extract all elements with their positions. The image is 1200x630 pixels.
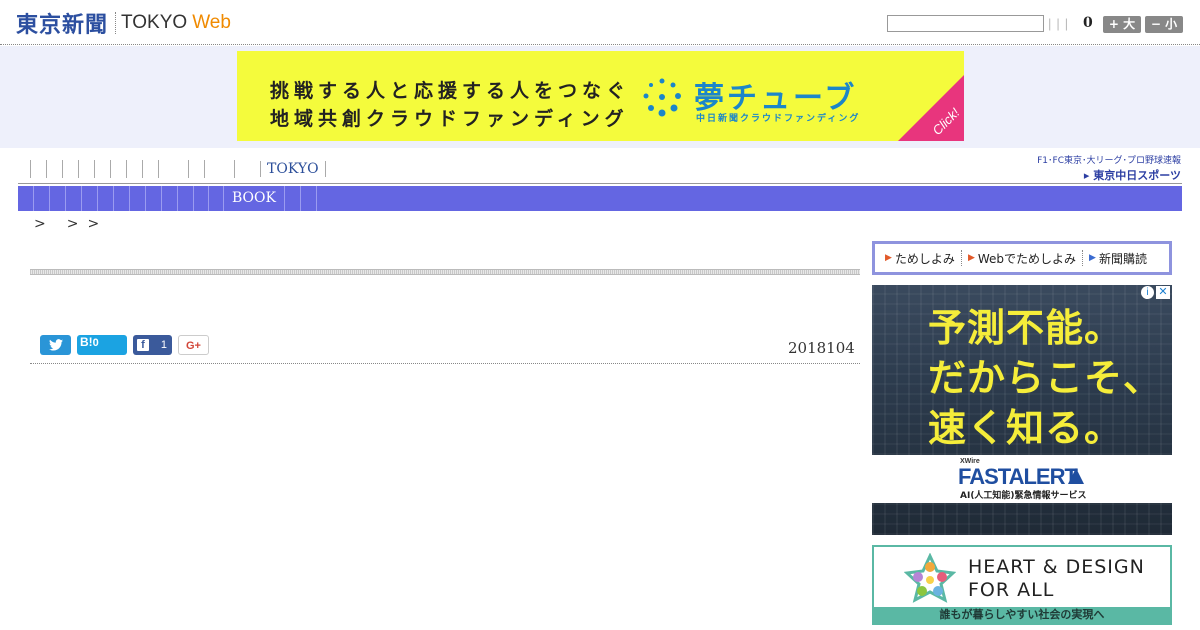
trial-link-web-tameshiyomi[interactable]: ▶ Webでためしよみ (968, 250, 1076, 267)
nav-separator (158, 160, 174, 178)
trial-link-label: 新聞購読 (1098, 251, 1147, 266)
subnav-separator[interactable] (146, 186, 162, 211)
subnav-separator[interactable] (194, 186, 209, 211)
nav-separator (110, 160, 126, 178)
google-plus-share-button[interactable]: G+ (178, 335, 209, 355)
header-separators: | | | (1048, 16, 1069, 31)
subnav-item-book[interactable]: BOOK (224, 186, 285, 211)
ad-product-sub: AI(人工知能)緊急情報サービス (960, 491, 1087, 501)
nav-separator (234, 160, 250, 178)
top-banner-area: 挑戦する人と応援する人をつなぐ 地域共創クラウドファンディング 夢チューブ 中日… (0, 46, 1200, 148)
banner-brand-sub: 中日新聞クラウドファンディング (696, 114, 861, 124)
banner-line-1: 挑戦する人と応援する人をつなぐ (270, 80, 631, 102)
breadcrumb-separator: > (87, 216, 100, 232)
dots-logo-icon (643, 78, 681, 117)
breadcrumb-separator: > (34, 216, 46, 232)
ad2-title-line-1: HEART & DESIGN (968, 556, 1145, 578)
ad-product-panel: XWire FASTALERT AI(人工知能)緊急情報サービス (872, 455, 1172, 503)
triangle-right-icon: ▶ (1089, 253, 1096, 263)
facebook-icon: f (137, 338, 149, 351)
trial-link-tameshiyomi[interactable]: ▶ ためしよみ (885, 250, 955, 267)
ad-headline-line-2: だからこそ、 (928, 356, 1163, 400)
subnav-separator[interactable] (162, 186, 178, 211)
subnav-separator[interactable] (34, 186, 50, 211)
font-larger-button[interactable]: + 大 (1103, 16, 1141, 33)
subnav-separator[interactable] (130, 186, 146, 211)
nav-separator (142, 160, 158, 178)
nav-divider (18, 183, 1182, 184)
nav-separator (30, 160, 46, 178)
subnav-separator[interactable] (50, 186, 66, 211)
nav-separator (46, 160, 62, 178)
trial-divider (960, 250, 962, 266)
subnav-separator[interactable] (114, 186, 130, 211)
article-divider (30, 363, 860, 364)
breadcrumb-separator: > (66, 216, 79, 232)
font-smaller-button[interactable]: − 小 (1145, 16, 1183, 33)
logo-en-text: TOKYO (121, 12, 188, 33)
category-nav: TOKYO (30, 159, 326, 179)
tokyo-chunichi-sports-link[interactable]: F1･FC東京･大リーグ･プロ野球速報 ▸ 東京中日スポーツ (1026, 153, 1181, 182)
trial-link-label: Webでためしよみ (977, 251, 1077, 266)
nav-separator (62, 160, 78, 178)
subnav-separator[interactable] (301, 186, 317, 211)
fastalert-sidebar-ad[interactable]: 予測不能。 だからこそ、 速く知る。 i ✕ XWire FASTALERT A… (872, 285, 1172, 535)
flower-emblem-icon (904, 553, 956, 603)
ad-headline-line-3: 速く知る。 (928, 406, 1124, 450)
facebook-share-button[interactable]: f 1 (133, 335, 172, 355)
subnav-separator[interactable] (82, 186, 98, 211)
sub-nav-bar: BOOK (18, 186, 1182, 211)
trial-link-label: ためしよみ (894, 251, 955, 266)
nav-separator (78, 160, 94, 178)
breadcrumb: > > > (34, 216, 99, 232)
site-header: 東京新聞 TOKYO Web | | | 0 + 大 − 小 (0, 0, 1200, 45)
logo-jp-text: 東京新聞 (16, 13, 109, 38)
fastalert-logo-icon (1068, 468, 1084, 484)
banner-line-2: 地域共創クラウドファンディング (270, 108, 629, 130)
article-date: 2018104 (788, 339, 855, 357)
subnav-separator[interactable] (18, 186, 34, 211)
trial-reading-box: ▶ ためしよみ ▶ Webでためしよみ ▶ 新聞購読 (872, 241, 1172, 275)
trial-divider (1082, 250, 1084, 266)
subnav-separator[interactable] (178, 186, 194, 211)
twitter-icon (48, 339, 63, 351)
ad-product-name: FASTALERT (958, 464, 1078, 489)
hatena-count: 0 (92, 337, 99, 349)
ad2-title-line-2: FOR ALL (968, 579, 1055, 601)
triangle-right-icon: ▶ (885, 253, 892, 263)
yume-tube-banner-ad[interactable]: 挑戦する人と応援する人をつなぐ 地域共創クラウドファンディング 夢チューブ 中日… (237, 51, 964, 141)
subnav-separator[interactable] (209, 186, 224, 211)
subnav-separator[interactable] (98, 186, 114, 211)
close-icon[interactable]: ✕ (1156, 286, 1170, 299)
triangle-right-icon: ▶ (967, 253, 975, 263)
facebook-count: 1 (160, 339, 167, 351)
nav-separator (204, 160, 220, 178)
hatena-label: B! (80, 335, 93, 349)
site-logo[interactable]: 東京新聞 TOKYO Web (16, 9, 231, 38)
nav-separator (94, 160, 110, 178)
sports-link-title-text: 東京中日スポーツ (1093, 169, 1181, 182)
heart-design-sidebar-ad[interactable]: HEART & DESIGN FOR ALL 誰もが暮らしやすい社会の実現へ (872, 545, 1172, 625)
trial-link-subscribe[interactable]: ▶ 新聞購読 (1089, 250, 1147, 267)
ad-headline-line-1: 予測不能。 (928, 306, 1124, 350)
nav-separator (188, 160, 204, 178)
hatena-bookmark-button[interactable]: B!0 (77, 335, 127, 355)
twitter-share-button[interactable] (40, 335, 71, 355)
article-title-rule (30, 269, 860, 275)
logo-divider (115, 12, 117, 34)
logo-web-text: Web (192, 12, 231, 33)
nav-item-tokyo[interactable]: TOKYO (260, 161, 326, 177)
sports-link-title: ▸ 東京中日スポーツ (1083, 169, 1181, 182)
ad2-tagline: 誰もが暮らしやすい社会の実現へ (874, 607, 1170, 623)
sports-link-caption: F1･FC東京･大リーグ･プロ野球速報 (1037, 156, 1181, 166)
font-size-value: 0 (1083, 15, 1093, 31)
info-icon[interactable]: i (1141, 286, 1154, 299)
subnav-separator[interactable] (285, 186, 301, 211)
nav-separator (126, 160, 142, 178)
search-input[interactable] (887, 15, 1044, 32)
subnav-separator[interactable] (66, 186, 82, 211)
